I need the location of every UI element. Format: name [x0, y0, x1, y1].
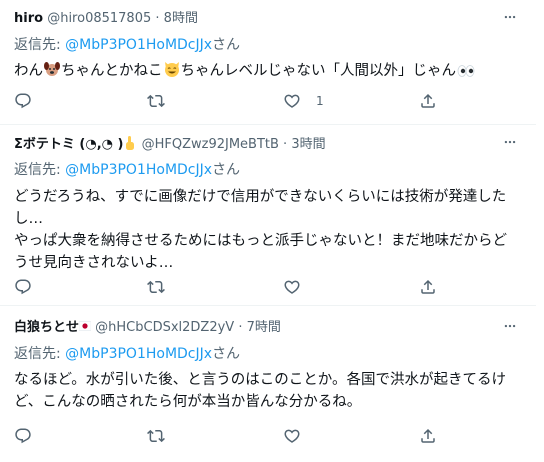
timestamp[interactable]: 3時間 — [291, 137, 325, 152]
timestamp[interactable]: 7時間 — [247, 320, 281, 335]
tweet-text: どうだろうね、すでに画像だけで信用ができないくらいには技術が発達したし… やっぱ… — [14, 189, 507, 271]
tweet-hiro[interactable]: hiro @hiro08517805 · 8時間 返信先: @MbP3PO1Ho… — [0, 0, 536, 125]
user-handle[interactable]: @HFQZwz92JMeBTtB — [142, 137, 279, 152]
reply-suffix: さん — [212, 37, 241, 53]
more-options-icon[interactable] — [500, 319, 520, 333]
like-button[interactable] — [283, 276, 301, 298]
like-button[interactable]: 1 — [283, 90, 324, 112]
grinning-cat-emoji — [164, 62, 179, 77]
share-button[interactable] — [419, 276, 437, 298]
heart-icon — [283, 92, 301, 110]
separator-dot: · — [283, 137, 288, 152]
retweet-icon — [147, 427, 165, 445]
display-name[interactable]: hiro — [14, 11, 43, 26]
dog-face-emoji — [44, 62, 60, 76]
reply-mention-link[interactable]: @MbP3PO1HoMDcJJx — [65, 37, 212, 53]
japan-flag-emoji — [79, 321, 92, 331]
tweet-header: 白狼ちとせ @hHCbCDSxl2DZ2yV · 7時間 — [14, 319, 496, 337]
reply-button[interactable] — [14, 90, 32, 112]
pointing-up-hand-emoji — [126, 136, 135, 150]
user-handle[interactable]: @hiro08517805 — [47, 11, 151, 26]
reply-icon — [14, 427, 32, 445]
reply-icon — [14, 278, 32, 296]
share-icon — [419, 278, 437, 296]
tweet-header: Σボテトミ (◔,◔ ) @HFQZwz92JMeBTtB · 3時間 — [14, 135, 496, 154]
tweet-text: なるほど。水が引いた後、と言うのはこのことか。各国で洪水が起きてるけど、こんなの… — [14, 372, 506, 410]
retweet-icon — [147, 92, 165, 110]
reply-mention-link[interactable]: @MbP3PO1HoMDcJJx — [65, 346, 212, 362]
retweet-button[interactable] — [147, 276, 165, 298]
retweet-button[interactable] — [147, 425, 165, 447]
timestamp[interactable]: 8時間 — [164, 11, 198, 26]
separator-dot: · — [238, 320, 243, 335]
retweet-button[interactable] — [147, 90, 165, 112]
reply-prefix: 返信先: — [14, 346, 66, 362]
heart-icon — [283, 278, 301, 296]
heart-icon — [283, 427, 301, 445]
reply-suffix: さん — [212, 346, 241, 362]
eyes-emoji — [457, 65, 475, 77]
tweet-hakuro-chitose[interactable]: 白狼ちとせ @hHCbCDSxl2DZ2yV · 7時間 返信先: @MbP3P… — [0, 306, 536, 462]
reply-context: 返信先: @MbP3PO1HoMDcJJxさん — [14, 160, 240, 180]
reply-prefix: 返信先: — [14, 37, 66, 53]
reply-icon — [14, 92, 32, 110]
text-part: ちゃんとかねこ — [61, 63, 163, 79]
tweet-actions — [0, 276, 536, 298]
tweet-text: わん ちゃんとかねこ ちゃんレベルじゃない「人間以外」じゃん — [14, 60, 516, 82]
reply-context: 返信先: @MbP3PO1HoMDcJJxさん — [14, 344, 240, 364]
reply-button[interactable] — [14, 276, 32, 298]
more-options-icon[interactable] — [500, 135, 520, 149]
share-button[interactable] — [419, 425, 437, 447]
retweet-icon — [147, 278, 165, 296]
display-name[interactable]: Σボテトミ (◔,◔ ) — [14, 137, 123, 152]
share-icon — [419, 92, 437, 110]
text-part: わん — [14, 63, 43, 79]
tweet-potetomi[interactable]: Σボテトミ (◔,◔ ) @HFQZwz92JMeBTtB · 3時間 返信先:… — [0, 125, 536, 306]
like-count: 1 — [316, 94, 324, 108]
tweet-header: hiro @hiro08517805 · 8時間 — [14, 10, 496, 28]
reply-button[interactable] — [14, 425, 32, 447]
separator-dot: · — [155, 11, 160, 26]
tweet-actions — [0, 425, 536, 447]
like-button[interactable] — [283, 425, 301, 447]
display-name[interactable]: 白狼ちとせ — [14, 320, 79, 335]
share-icon — [419, 427, 437, 445]
share-button[interactable] — [419, 90, 437, 112]
more-options-icon[interactable] — [500, 10, 520, 24]
reply-prefix: 返信先: — [14, 162, 66, 178]
reply-suffix: さん — [212, 162, 241, 178]
reply-context: 返信先: @MbP3PO1HoMDcJJxさん — [14, 35, 240, 55]
reply-mention-link[interactable]: @MbP3PO1HoMDcJJx — [65, 162, 212, 178]
text-part: ちゃんレベルじゃない「人間以外」じゃん — [180, 63, 457, 79]
tweet-actions: 1 — [0, 90, 536, 112]
user-handle[interactable]: @hHCbCDSxl2DZ2yV — [95, 320, 234, 335]
